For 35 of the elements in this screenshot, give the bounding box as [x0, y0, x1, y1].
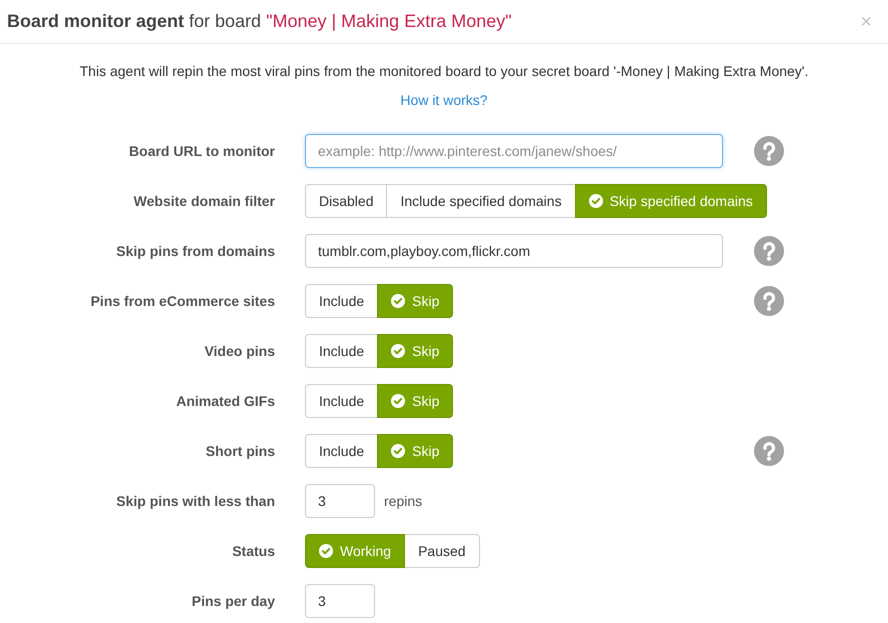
toggle-option[interactable]: Include: [305, 334, 378, 368]
check-circle-icon: [588, 194, 603, 208]
text-field[interactable]: tumblr.com,playboy.com,flickr.com: [305, 234, 723, 268]
number-field[interactable]: 3: [305, 484, 375, 518]
field-label: Video pins: [204, 343, 275, 359]
help-icon[interactable]: [754, 286, 784, 316]
intro-text: This agent will repin the most viral pins from the monitored board to your secret board '-Money | Making Extra Money'.: [78, 62, 810, 81]
check-circle-icon: [391, 444, 406, 458]
toggle-option[interactable]: Disabled: [305, 184, 388, 218]
help-icon[interactable]: [754, 436, 784, 466]
field-label: Board URL to monitor: [129, 143, 275, 159]
check-circle-icon: [391, 294, 406, 308]
field-label: Skip pins with less than: [116, 493, 275, 509]
check-circle-icon: [391, 394, 406, 408]
field-label: Website domain filter: [134, 193, 275, 209]
field-label: Short pins: [206, 443, 275, 459]
number-field[interactable]: 3: [305, 584, 375, 618]
field-label: Animated GIFs: [176, 393, 275, 409]
help-icon[interactable]: [754, 236, 784, 266]
field-label: Skip pins from domains: [116, 243, 275, 259]
help-icon[interactable]: [754, 136, 784, 166]
field-label: Status: [232, 543, 275, 559]
toggle-option[interactable]: Include: [305, 434, 378, 468]
unit-label: repins: [384, 493, 422, 509]
field-label: Pins from eCommerce sites: [90, 293, 275, 309]
check-circle-icon: [391, 344, 406, 358]
check-circle-icon: [319, 544, 333, 558]
toggle-option[interactable]: Include: [305, 384, 378, 418]
text-field[interactable]: example: http://www.pinterest.com/janew/shoes/: [305, 134, 723, 168]
dialog-title: Board monitor agent for board "Money | Making Extra Money": [7, 11, 512, 32]
toggle-option[interactable]: Include specified domains: [386, 184, 576, 218]
how-it-works-link[interactable]: How it works?: [400, 90, 488, 110]
toggle-option[interactable]: Include: [305, 284, 378, 318]
toggle-option[interactable]: Paused: [404, 534, 480, 568]
field-label: Pins per day: [192, 593, 275, 609]
